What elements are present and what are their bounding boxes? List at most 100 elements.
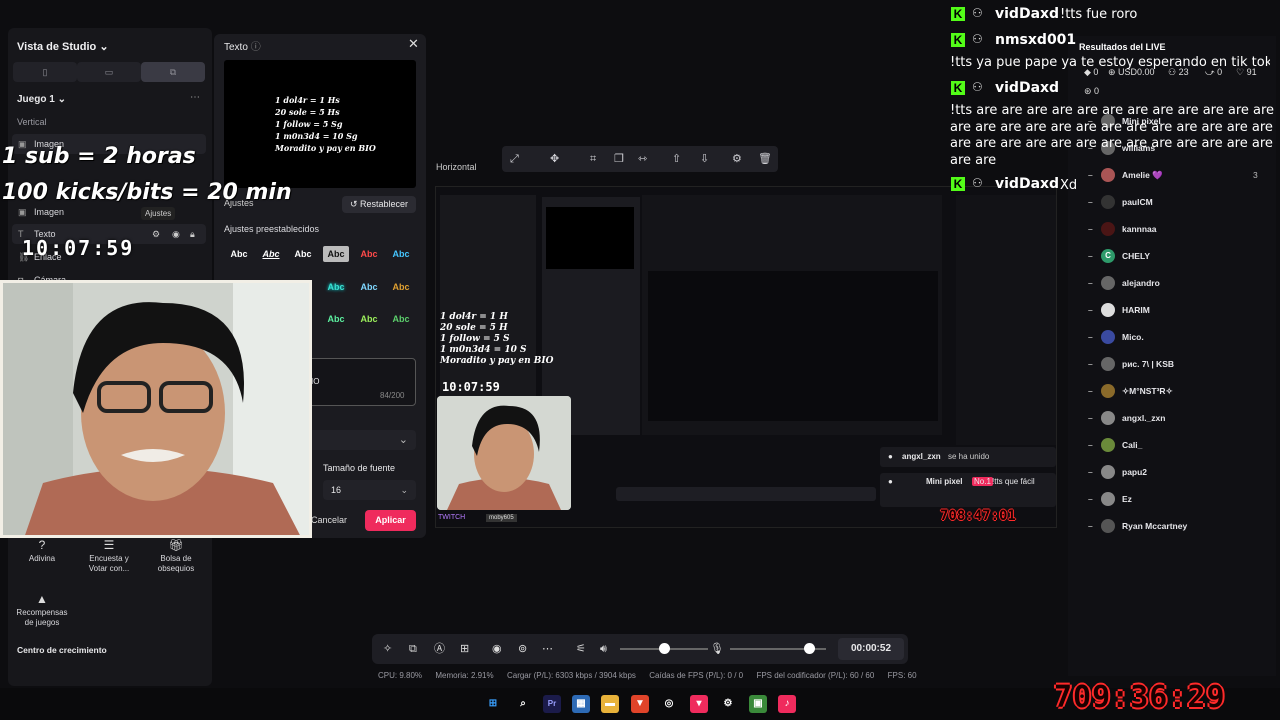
layer-down-icon[interactable]: ⇩ [700,146,709,172]
list-item[interactable]: – angxl._zxn [1080,411,1276,427]
view-dual-button[interactable]: ⧉ [141,62,205,82]
avatar [1101,438,1115,452]
preset-style[interactable]: Abc [356,246,382,262]
studio-app-icon[interactable]: ▾ [690,695,708,713]
list-item[interactable]: – kannnaa [1080,222,1276,238]
list-item[interactable]: – Ez [1080,492,1276,508]
msg-text: !tts que fácil [992,477,1035,486]
chat-username: vidDaxd [995,80,1060,96]
preset-style[interactable]: Abc [388,279,414,295]
tool-gift-bag[interactable]: 🎁︎ Bolsa de obsequios [146,539,206,574]
dialog-title: Texto ⓘ [224,38,261,53]
list-item[interactable]: – ✧M°NST³R✧ [1080,384,1276,400]
tiktok-icon[interactable]: ♪ [778,695,796,713]
mini-line: 20 sole = 5 H [440,323,508,333]
image-icon: ▣ [18,207,27,217]
windows-start-icon[interactable]: ⊞ [484,695,502,713]
preset-style[interactable]: Abc [356,311,382,327]
more-options-icon[interactable]: ⋯ [190,92,200,103]
volume-slider-knob[interactable] [659,643,670,654]
list-item[interactable]: – Mico. [1080,330,1276,346]
scene-selector[interactable]: Juego 1 ⌄ [17,94,66,105]
mic-slider-knob[interactable] [803,643,815,654]
chat-message: Xd [1060,178,1078,193]
kick-icon: K [951,33,965,47]
chat-message: !tts ya pue pape ya te estoy esperando e… [950,55,1270,70]
preset-style[interactable]: Abc [290,246,316,262]
chevron-down-icon: ⌄ [99,41,109,53]
move-icon[interactable]: ✥ [550,146,559,172]
preset-style[interactable]: Abc [388,246,414,262]
lock-icon[interactable]: 🔒︎ [190,224,195,244]
tool-guess[interactable]: ? Adivina [12,539,72,564]
premiere-icon[interactable]: Pr [543,695,561,713]
mixer-icon[interactable]: ⚟ [576,634,586,664]
source-label: Imagen [34,207,65,217]
record-icon[interactable]: ◉ [492,634,502,664]
text-input-value: IO [311,377,320,386]
layer-up-icon[interactable]: ⇧ [672,146,681,172]
list-item[interactable]: – Amelie 💜 3 [1080,168,1276,184]
settings-gear-icon[interactable]: ⚙ [719,695,737,713]
preset-style[interactable]: Abc [323,311,349,327]
user-icon: ⚇ [972,176,983,190]
crop-icon[interactable]: ⌗ [590,146,596,172]
screen-icon[interactable]: ⧉ [409,634,417,664]
target-icon[interactable]: ⊚ [518,634,527,664]
preset-style[interactable]: Abc [356,279,382,295]
avatar [1101,357,1115,371]
view-horizontal-button[interactable]: ▭ [77,62,141,82]
tool-label: Recompensas de juegos [16,608,68,627]
tool-label: Adivina [28,554,56,563]
list-item[interactable]: – alejandro [1080,276,1276,292]
preset-style[interactable]: Abc [388,311,414,327]
settings-icon[interactable]: ⚙ [152,224,160,244]
copy-icon[interactable]: ❐ [614,146,624,172]
trash-icon[interactable]: 🗑︎ [758,146,772,172]
list-item[interactable]: – C CHELY [1080,249,1276,265]
list-item[interactable]: – Ryan Mccartney [1080,519,1276,535]
app-icon[interactable]: ▣ [749,695,767,713]
font-size-label: Tamaño de fuente [323,463,396,473]
apply-button[interactable]: Aplicar [365,510,416,531]
preset-style[interactable]: Abc [258,246,284,262]
list-item[interactable]: – papu2 [1080,465,1276,481]
tool-poll[interactable]: ☰ Encuesta y Votar con... [79,539,139,574]
source-item-image[interactable]: ▣ Imagen [12,202,206,222]
flip-icon[interactable]: ⇿ [638,146,647,172]
font-size-select[interactable]: 16 ⌄ [323,480,416,500]
settings-tooltip: Ajustes [141,207,176,220]
eye-icon[interactable]: ◉ [172,224,180,244]
more-icon[interactable]: ⋯ [542,634,553,664]
chevron-down-icon: ⌄ [57,94,66,105]
photos-icon[interactable]: ▦ [572,695,590,713]
list-item[interactable]: – HARIM [1080,303,1276,319]
tool-game-rewards[interactable]: ▲ Recompensas de juegos [12,593,72,628]
settings-icon[interactable]: ⚙ [732,146,742,172]
view-vertical-button[interactable]: ▯ [13,62,77,82]
microphone-icon[interactable]: 🎙︎ [710,634,724,664]
preset-style[interactable]: Abc [226,246,252,262]
studio-view-title[interactable]: Vista de Studio ⌄ [17,40,109,53]
msg-user: Mini pixel [926,477,963,486]
magic-icon[interactable]: ✧ [383,634,392,664]
add-source-icon[interactable]: ⊞ [460,634,469,664]
close-icon[interactable]: ✕ [408,36,419,52]
viewer-name: papu2 [1122,467,1148,477]
volume-icon[interactable]: 🔊︎ [600,634,607,664]
char-counter: 84/200 [380,391,405,400]
fit-icon[interactable]: ⤢ [510,146,519,172]
ai-icon[interactable]: Ⓐ [434,634,445,664]
preset-style[interactable]: Abc [323,279,349,295]
chrome-icon[interactable]: ◎ [660,695,678,713]
brave-icon[interactable]: ▼ [631,695,649,713]
avatar [1101,276,1115,290]
mini-line: 1 follow = 5 S [440,334,510,344]
search-icon[interactable]: ⌕ [514,695,532,713]
list-item[interactable]: – paulCM [1080,195,1276,211]
list-item[interactable]: – Cali_ [1080,438,1276,454]
preset-style[interactable]: Abc [323,246,349,262]
reset-button[interactable]: ↺ Restablecer [342,196,416,213]
list-item[interactable]: – рис. 7\ | KSB [1080,357,1276,373]
folder-icon[interactable]: ▬ [601,695,619,713]
